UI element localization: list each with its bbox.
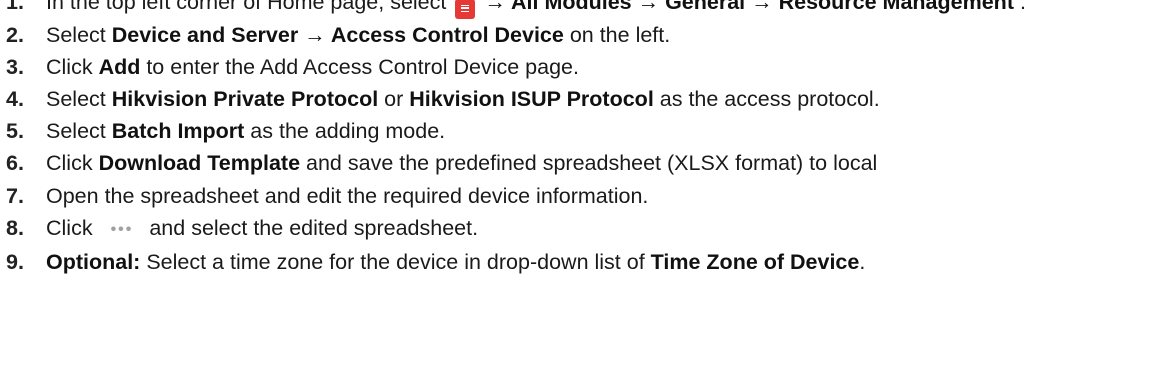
step-text-part: Click <box>46 54 99 79</box>
step-text: Select Hikvision Private Protocol or Hik… <box>46 83 1154 115</box>
step-text-part: Select <box>46 119 112 144</box>
instruction-document: 1. In the top left corner of Home page, … <box>0 0 1154 278</box>
step-text-part: as the adding mode. <box>244 119 446 144</box>
step-text-part: to enter the Add Access Control Device p… <box>140 54 579 79</box>
menu-icon <box>455 0 476 19</box>
step-2: 2. Select Device and Server → Access Con… <box>0 19 1154 51</box>
step-text: Select Device and Server → Access Contro… <box>46 19 1154 51</box>
step-text-part: Select <box>46 22 112 47</box>
step-text-part: Click <box>46 151 99 176</box>
step-6: 6. Click Download Template and save the … <box>0 147 1154 179</box>
step-text-part: Open the spreadsheet and edit the requir… <box>46 183 649 208</box>
step-text-part: or <box>378 86 410 111</box>
step-text-part: Select a time zone for the device in dro… <box>140 249 651 274</box>
step-number: 4. <box>6 86 24 111</box>
step-number: 3. <box>6 54 24 79</box>
step-text: Select Batch Import as the adding mode. <box>46 115 1154 147</box>
step-text-part: as the access protocol. <box>653 86 880 111</box>
step-number: 8. <box>6 215 24 240</box>
step-text-part: Select <box>46 86 112 111</box>
step-text-part: . <box>1013 0 1026 14</box>
step-text-part: In the top left corner of Home page, sel… <box>46 0 453 14</box>
step-number: 2. <box>6 22 24 47</box>
ui-term: Add <box>98 54 141 79</box>
step-text-part: on the left. <box>563 22 671 47</box>
step-number: 7. <box>6 183 24 208</box>
ui-term: Hikvision ISUP Protocol <box>409 86 654 111</box>
step-1: 1. In the top left corner of Home page, … <box>0 0 1154 19</box>
step-number: 6. <box>6 151 24 176</box>
ui-term: Hikvision Private Protocol <box>111 86 379 111</box>
step-text-part: and save the predefined spreadsheet (XLS… <box>300 151 878 176</box>
menu-path: Device and Server → Access Control Devic… <box>111 22 564 47</box>
step-7: 7. Open the spreadsheet and edit the req… <box>0 180 1154 212</box>
step-text-part: and select the edited spreadsheet. <box>143 215 479 240</box>
step-3: 3. Click Add to enter the Add Access Con… <box>0 51 1154 83</box>
menu-path: → All Modules → General → Resource Manag… <box>478 0 1014 14</box>
step-number: 1. <box>6 0 24 14</box>
ui-term: Batch Import <box>111 119 245 144</box>
step-text-part: . <box>859 249 866 274</box>
step-8: 8. Click ••• and select the edited sprea… <box>0 212 1154 246</box>
step-9: 9. Optional: Select a time zone for the … <box>0 246 1154 278</box>
step-text: Open the spreadsheet and edit the requir… <box>46 180 1154 212</box>
step-number: 9. <box>6 249 24 274</box>
step-text: Optional: Select a time zone for the dev… <box>46 246 1154 278</box>
step-text-part: Click <box>46 215 99 240</box>
step-text: Click Download Template and save the pre… <box>46 147 1154 179</box>
step-text: Click ••• and select the edited spreadsh… <box>46 212 1154 246</box>
step-text: In the top left corner of Home page, sel… <box>46 0 1154 19</box>
step-text: Click Add to enter the Add Access Contro… <box>46 51 1154 83</box>
ui-term: Time Zone of Device <box>650 249 860 274</box>
ellipsis-icon: ••• <box>110 220 134 238</box>
step-number: 5. <box>6 119 24 144</box>
step-5: 5. Select Batch Import as the adding mod… <box>0 115 1154 147</box>
step-4: 4. Select Hikvision Private Protocol or … <box>0 83 1154 115</box>
ui-term: Download Template <box>98 151 301 176</box>
optional-label: Optional: <box>46 249 141 274</box>
